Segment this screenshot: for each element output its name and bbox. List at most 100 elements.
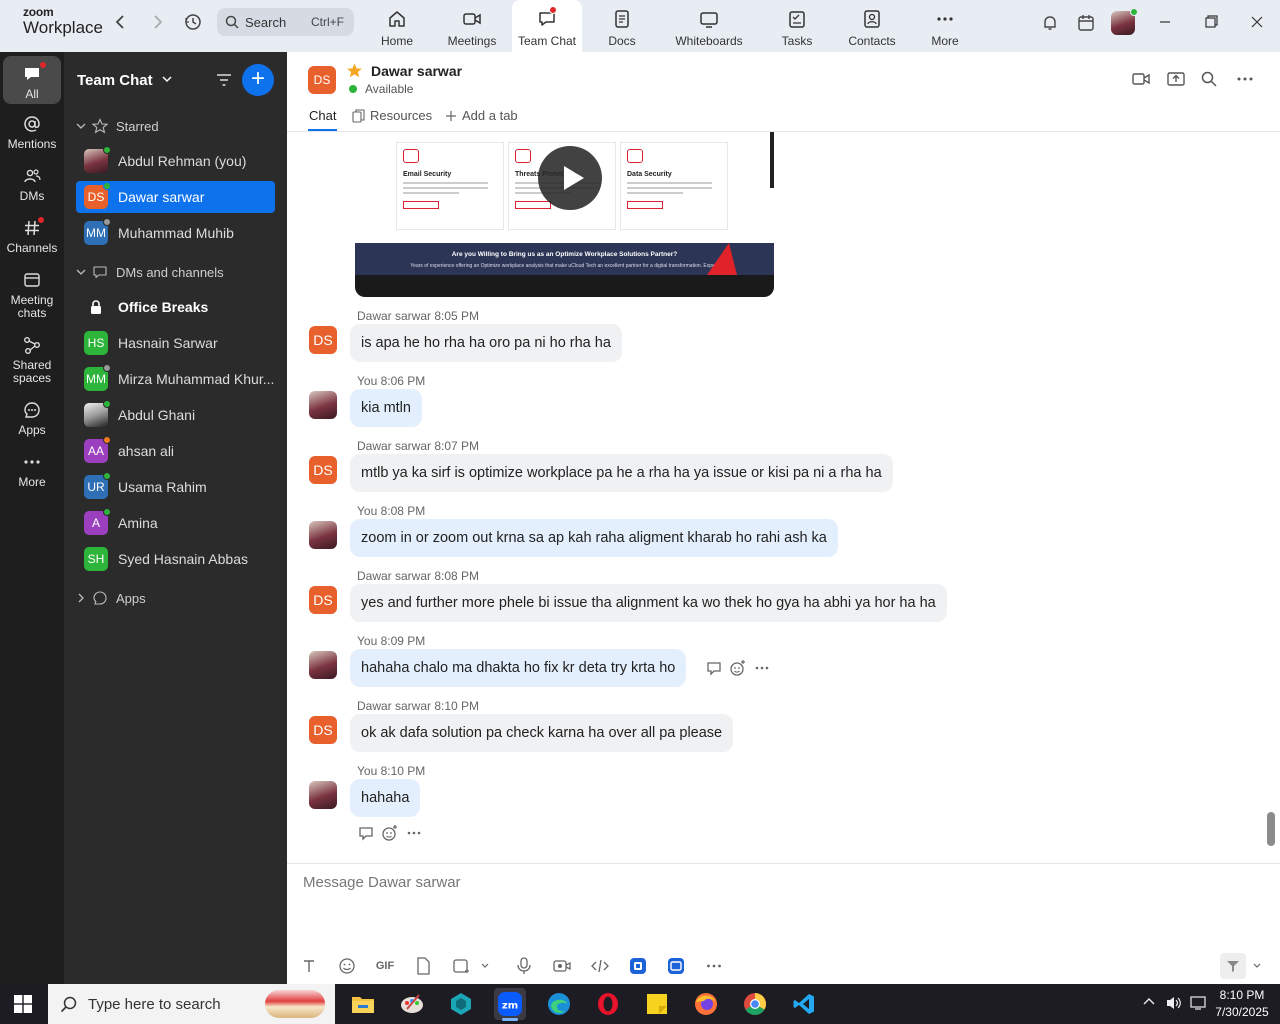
- file-explorer-icon[interactable]: [347, 988, 379, 1020]
- tray-chevron-up-icon[interactable]: [1142, 995, 1156, 1012]
- video-call-icon[interactable]: [1131, 69, 1151, 89]
- app-blue-icon[interactable]: [628, 956, 648, 976]
- tab-add[interactable]: Add a tab: [445, 108, 518, 123]
- code-snippet-icon[interactable]: [590, 956, 610, 976]
- rail-all[interactable]: All: [3, 56, 61, 104]
- rail-channels[interactable]: Channels: [0, 216, 64, 255]
- message-list[interactable]: Email Security Threats Protection Data S…: [287, 132, 1280, 863]
- more-dots-icon[interactable]: [704, 956, 724, 976]
- contact-name[interactable]: Dawar sarwar: [371, 63, 462, 79]
- tab-meetings[interactable]: Meetings: [437, 0, 507, 52]
- contact-avatar[interactable]: DS: [308, 66, 336, 94]
- tab-contacts[interactable]: Contacts: [837, 0, 907, 52]
- microphone-icon[interactable]: [514, 956, 534, 976]
- rail-apps[interactable]: Apps: [0, 400, 64, 437]
- play-icon[interactable]: [538, 146, 602, 210]
- edge-browser-icon[interactable]: [543, 988, 575, 1020]
- opera-browser-icon[interactable]: [592, 988, 624, 1020]
- avatar[interactable]: DS: [309, 586, 337, 614]
- reply-thread-icon[interactable]: [705, 659, 723, 677]
- tab-home[interactable]: Home: [362, 0, 432, 52]
- tab-chat[interactable]: Chat: [307, 108, 338, 131]
- rail-mentions[interactable]: Mentions: [0, 114, 64, 151]
- profile-avatar[interactable]: [1110, 8, 1138, 36]
- more-dots-icon[interactable]: [405, 824, 423, 842]
- sidebar-item-mirza-muhammad[interactable]: MM Mirza Muhammad Khur...: [76, 363, 275, 395]
- tab-tasks[interactable]: Tasks: [762, 0, 832, 52]
- sidebar-item-abdul-ghani[interactable]: Abdul Ghani: [76, 399, 275, 431]
- tab-resources[interactable]: Resources: [352, 108, 432, 123]
- search-icon[interactable]: [1199, 69, 1219, 89]
- tab-team-chat[interactable]: Team Chat: [512, 0, 582, 52]
- restore-icon[interactable]: [1201, 12, 1221, 32]
- more-dots-icon[interactable]: [753, 659, 771, 677]
- paint-app-icon[interactable]: [396, 988, 428, 1020]
- windows-start-icon[interactable]: [14, 995, 32, 1013]
- format-text-icon[interactable]: [299, 956, 319, 976]
- gif-button[interactable]: GIF: [375, 956, 395, 976]
- tab-more[interactable]: More: [910, 0, 980, 52]
- tab-docs[interactable]: Docs: [587, 0, 657, 52]
- message-bubble[interactable]: kia mtln: [350, 389, 422, 427]
- star-filled-icon[interactable]: [346, 62, 363, 79]
- volume-icon[interactable]: [1165, 995, 1183, 1014]
- taskbar-search[interactable]: Type here to search: [48, 984, 335, 1024]
- sidebar-item-hasnain-sarwar[interactable]: HS Hasnain Sarwar: [76, 327, 275, 359]
- add-reaction-icon[interactable]: [729, 659, 747, 677]
- emoji-icon[interactable]: [337, 956, 357, 976]
- message-bubble[interactable]: yes and further more phele bi issue tha …: [350, 584, 947, 622]
- chevron-down-icon[interactable]: [475, 956, 495, 976]
- section-apps[interactable]: Apps: [76, 588, 146, 608]
- message-bubble[interactable]: hahaha chalo ma dhakta ho fix kr deta tr…: [350, 649, 687, 687]
- sidebar-item-dawar-sarwar[interactable]: DS Dawar sarwar: [76, 181, 275, 213]
- screenshot-icon[interactable]: [451, 956, 471, 976]
- avatar[interactable]: [309, 781, 337, 809]
- message-bubble[interactable]: hahaha: [350, 779, 421, 817]
- file-icon[interactable]: [413, 956, 433, 976]
- network-icon[interactable]: [1189, 995, 1207, 1014]
- filter-icon[interactable]: [214, 70, 234, 90]
- sidebar-item-office-breaks[interactable]: Office Breaks: [76, 291, 275, 323]
- avatar[interactable]: DS: [309, 456, 337, 484]
- zoom-app-icon[interactable]: zm: [494, 988, 526, 1021]
- chrome-browser-icon[interactable]: [739, 988, 771, 1020]
- bell-icon[interactable]: [1037, 10, 1063, 36]
- chevron-down-icon[interactable]: [1247, 956, 1267, 976]
- sidebar-item-ahsan-ali[interactable]: AA ahsan ali: [76, 435, 275, 467]
- global-search[interactable]: Search Ctrl+F: [217, 8, 354, 36]
- firefox-browser-icon[interactable]: [690, 988, 722, 1020]
- forward-arrow-icon[interactable]: [148, 13, 166, 31]
- sidebar-item-syed-hasnain-abbas[interactable]: SH Syed Hasnain Abbas: [76, 543, 275, 575]
- minimize-icon[interactable]: [1155, 12, 1175, 32]
- vscode-icon[interactable]: [788, 988, 820, 1020]
- share-screen-icon[interactable]: [1166, 69, 1186, 89]
- video-message-icon[interactable]: [552, 956, 572, 976]
- avatar[interactable]: [309, 521, 337, 549]
- teal-app-icon[interactable]: [445, 988, 477, 1020]
- close-icon[interactable]: [1247, 12, 1267, 32]
- section-starred[interactable]: Starred: [76, 116, 159, 136]
- reply-thread-icon[interactable]: [357, 824, 375, 842]
- scrollbar-thumb[interactable]: [1267, 812, 1275, 846]
- more-dots-icon[interactable]: [1235, 69, 1255, 89]
- message-bubble[interactable]: ok ak dafa solution pa check karna ha ov…: [350, 714, 734, 752]
- avatar[interactable]: [309, 651, 337, 679]
- rail-dms[interactable]: DMs: [0, 166, 64, 203]
- sidebar-title[interactable]: Team Chat: [77, 72, 173, 89]
- rail-more[interactable]: More: [0, 452, 64, 489]
- system-clock[interactable]: 8:10 PM 7/30/2025: [1208, 987, 1276, 1021]
- message-bubble[interactable]: mtlb ya ka sirf is optimize workplace pa…: [350, 454, 893, 492]
- sticky-notes-icon[interactable]: [641, 988, 673, 1020]
- sidebar-item-usama-rahim[interactable]: UR Usama Rahim: [76, 471, 275, 503]
- back-arrow-icon[interactable]: [112, 13, 130, 31]
- add-reaction-icon[interactable]: [381, 824, 399, 842]
- sidebar-item-muhammad-muhib[interactable]: MM Muhammad Muhib: [76, 217, 275, 249]
- video-preview[interactable]: Email Security Threats Protection Data S…: [355, 132, 774, 297]
- history-icon[interactable]: [184, 13, 202, 31]
- avatar[interactable]: DS: [309, 716, 337, 744]
- avatar[interactable]: [309, 391, 337, 419]
- sidebar-item-abdul-rehman[interactable]: Abdul Rehman (you): [76, 145, 275, 177]
- rail-meeting-chats[interactable]: Meeting chats: [0, 270, 64, 320]
- avatar[interactable]: DS: [309, 326, 337, 354]
- composer-placeholder[interactable]: Message Dawar sarwar: [303, 874, 461, 891]
